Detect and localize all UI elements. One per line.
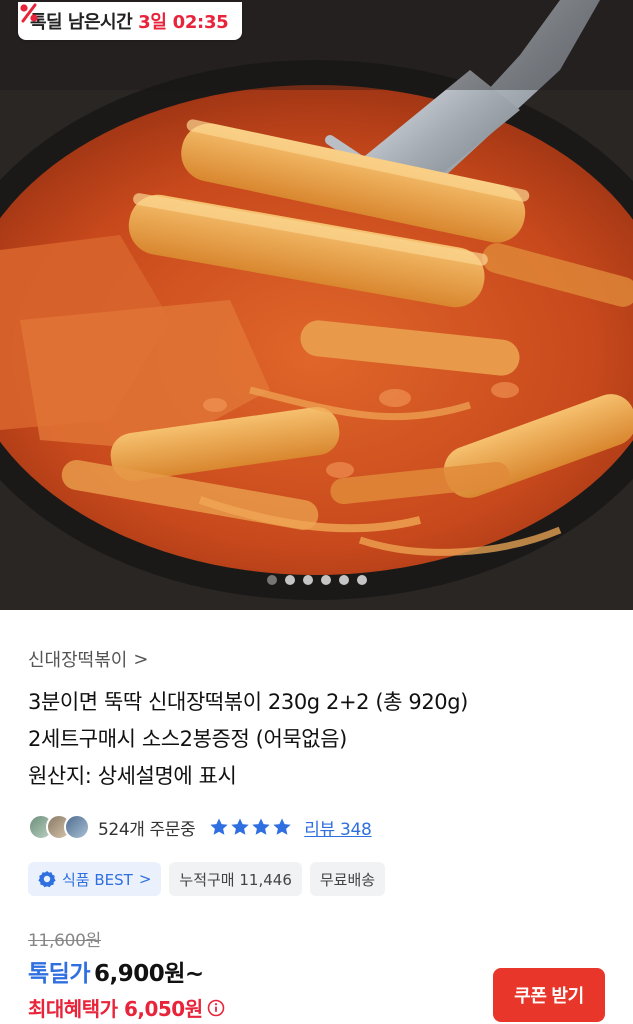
product-title-line: 원산지: 상세설명에 표시 [28,764,237,788]
percent-badge-icon [20,3,38,23]
deal-price-row: 톡딜가 6,900원~ [28,954,204,988]
gallery-dot[interactable] [338,575,349,585]
social-proof-row: 524개 주문중 리뷰 348 [28,814,372,840]
star-icon [210,818,228,835]
cumulative-purchase-tag: 누적구매 11,446 [169,862,302,896]
product-title-line: 2세트구매시 소스2봉증정 (어묵없음) [28,727,347,751]
max-benefit-row[interactable]: 최대혜택가 6,050원 [28,993,225,1022]
gallery-dot[interactable] [320,575,331,585]
gallery-pagination [0,575,633,585]
product-title: 3분이면 뚝딱 신대장떡볶이 230g 2+2 (총 920g) 2세트구매시 … [28,684,608,795]
badge-icon [38,871,56,888]
deal-timer-value: 3일 02:35 [138,12,229,33]
food-best-label: 식품 BEST [62,870,133,889]
product-details: 신대장떡볶이 > 3분이면 뚝딱 신대장떡볶이 230g 2+2 (총 920g… [0,610,633,1024]
star-icon [252,818,270,835]
chevron-right-icon: > [133,648,149,670]
deal-timer-badge: 톡딜 남은시간 3일 02:35 [18,2,243,40]
product-tags: 식품 BEST > 누적구매 11,446 무료배송 [28,862,386,896]
buyer-avatars [28,814,90,840]
food-best-tag[interactable]: 식품 BEST > [28,862,162,896]
product-image-gallery[interactable]: 톡딜 남은시간 3일 02:35 [0,0,633,610]
deal-price-label: 톡딜가 [28,961,90,987]
product-title-line: 3분이면 뚝딱 신대장떡볶이 230g 2+2 (총 920g) [28,690,468,714]
star-icon [273,818,291,835]
gallery-dot[interactable] [284,575,295,585]
chevron-right-icon: > [138,870,152,888]
review-link[interactable]: 리뷰 348 [304,815,372,840]
cumulative-purchase-label: 누적구매 11,446 [179,870,292,889]
info-icon[interactable] [207,999,225,1017]
deal-price: 6,900원~ [93,961,204,987]
avatar [64,814,90,840]
rating-stars [209,817,292,837]
free-shipping-label: 무료배송 [319,870,376,889]
gallery-dot[interactable] [266,575,277,585]
deal-timer-label: 톡딜 남은시간 [30,12,133,33]
free-shipping-tag: 무료배송 [309,862,386,896]
brand-link[interactable]: 신대장떡볶이 > [28,646,148,672]
brand-name: 신대장떡볶이 [28,650,128,671]
original-price: 11,600원 [28,931,102,951]
gallery-dot[interactable] [302,575,313,585]
coupon-download-button[interactable]: 쿠폰 받기 [493,968,605,1022]
order-count: 524개 주문중 [98,819,196,840]
tteokbokki-photo [0,0,633,610]
max-benefit-price: 최대혜택가 6,050원 [28,997,203,1021]
star-icon [231,818,249,835]
gallery-dot[interactable] [356,575,367,585]
